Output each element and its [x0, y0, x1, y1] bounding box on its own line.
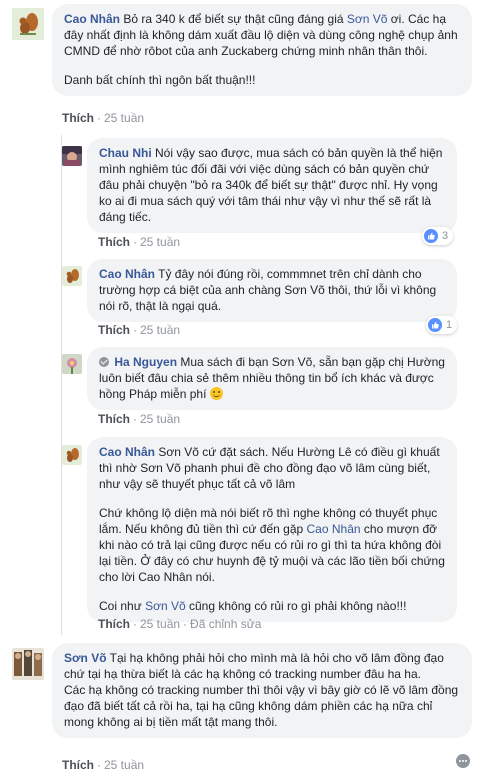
comment-author[interactable]: Cao Nhân [64, 12, 120, 26]
comment-timestamp[interactable]: 25 tuần [104, 758, 144, 772]
comment-actions: Thích · 25 tuần [62, 111, 145, 125]
smiley-icon [209, 387, 223, 400]
like-button[interactable]: Thích [62, 111, 94, 125]
comment-timestamp[interactable]: 25 tuần [104, 111, 144, 125]
squirrel-avatar-icon [62, 445, 82, 465]
comment-author[interactable]: Sơn Võ [64, 651, 107, 665]
squirrel-avatar-icon [12, 8, 44, 40]
avatar-chau-nhi[interactable] [62, 146, 82, 166]
like-button[interactable]: Thích [98, 323, 130, 337]
like-button[interactable]: Thích [62, 758, 94, 772]
comment-timestamp[interactable]: 25 tuần [140, 617, 180, 631]
comment-author[interactable]: Ha Nguyen [114, 355, 177, 369]
reply-actions: Thích · 25 tuần · Đã chỉnh sửa [98, 617, 262, 631]
comment-author[interactable]: Cao Nhân [99, 267, 155, 281]
squirrel-avatar-icon [62, 266, 82, 286]
avatar-cao-nhan[interactable] [62, 266, 82, 286]
avatar-son-vo[interactable] [12, 648, 44, 680]
avatar-cao-nhan[interactable] [12, 8, 44, 40]
comment-text: Tại hạ không phải hỏi cho mình mà là hỏi… [64, 651, 444, 681]
like-button[interactable]: Thích [98, 412, 130, 426]
reply-bubble: Cao Nhân Tỷ đây nói đúng rồi, commmnet t… [87, 259, 457, 322]
comment-timestamp[interactable]: 25 tuần [140, 412, 180, 426]
reaction-count[interactable]: 1 [426, 316, 458, 334]
mention-link[interactable]: Cao Nhân [307, 522, 361, 536]
mention-link[interactable]: Sơn Võ [347, 12, 388, 26]
comment-author[interactable]: Cao Nhân [99, 445, 155, 459]
comment-text: cũng không có rủi ro gì phải không nào!!… [188, 599, 407, 613]
reply-bubble: Chau Nhi Nói vậy sao được, mua sách có b… [87, 138, 457, 233]
reply-actions: Thích · 25 tuần [98, 412, 181, 426]
mention-link[interactable]: Sơn Võ [145, 599, 186, 613]
comment-actions: Thích · 25 tuần [62, 758, 145, 772]
comment-bubble: Cao Nhân Bỏ ra 340 k để biết sự thật cũn… [52, 4, 472, 96]
comment-timestamp[interactable]: 25 tuần [140, 323, 180, 337]
photo-avatar-icon [12, 648, 44, 680]
edited-label[interactable]: Đã chỉnh sửa [190, 617, 261, 631]
reaction-count[interactable]: 3 [422, 227, 454, 245]
flower-avatar-icon [62, 354, 82, 374]
comment-text: Các hạ không có tracking number thì thôi… [64, 683, 459, 729]
comment-text: Coi như [99, 599, 142, 613]
comment-text: Bỏ ra 340 k để biết sự thật cũng đáng gi… [123, 12, 344, 26]
comment-author[interactable]: Chau Nhi [99, 146, 152, 160]
comment-timestamp[interactable]: 25 tuần [140, 235, 180, 249]
reply-bubble: Cao Nhân Sơn Võ cứ đặt sách. Nếu Hường L… [87, 437, 457, 622]
more-icon[interactable] [456, 754, 470, 768]
verified-icon [99, 357, 109, 367]
like-button[interactable]: Thích [98, 617, 130, 631]
reply-actions: Thích · 25 tuần [98, 323, 181, 337]
like-button[interactable]: Thích [98, 235, 130, 249]
comment-bubble: Sơn Võ Tại hạ không phải hỏi cho mình mà… [52, 643, 472, 738]
like-icon [424, 229, 438, 243]
avatar-ha-nguyen[interactable] [62, 354, 82, 374]
like-icon [428, 318, 442, 332]
comment-text: Danh bất chính thì ngôn bất thuận!!! [64, 73, 256, 87]
avatar-cao-nhan[interactable] [62, 445, 82, 465]
reply-actions: Thích · 25 tuần [98, 235, 181, 249]
photo-avatar-icon [62, 146, 82, 166]
reply-bubble: Ha Nguyen Mua sách đi bạn Sơn Võ, sẵn bạ… [87, 347, 457, 410]
reply-thread-line [61, 135, 62, 635]
